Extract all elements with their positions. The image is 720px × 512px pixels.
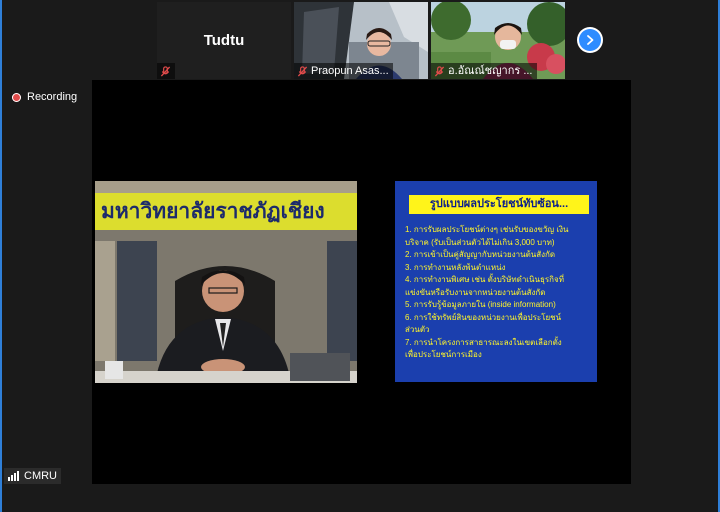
host-label[interactable]: CMRU (4, 468, 61, 484)
recording-label: Recording (27, 91, 78, 103)
banner-text: มหาวิทยาลัยราชภัฏเชียง (101, 200, 325, 223)
mic-muted-icon (160, 65, 171, 77)
mic-muted-icon (434, 65, 445, 77)
participant-tile-3[interactable]: อ.อัณณ์ชญากร ... (431, 2, 565, 79)
window-edge-left (0, 0, 2, 512)
participant-display-name: Tudtu (203, 32, 245, 49)
shared-screen: มหาวิทยาลัยราชภัฏเชียง รูปแบบผลประโยชน์ท… (92, 80, 631, 484)
presentation-slide: รูปแบบผลประโยชน์ทับซ้อน... 1. การรับผลปร… (395, 181, 597, 382)
participant-name: Praopun Asas... (311, 65, 389, 77)
slide-item: แข่งขันหรือรับงานจากหน่วยงานต้นสังกัด (405, 287, 546, 297)
participant-name-bar: อ.อัณณ์ชญากร ... (431, 63, 537, 79)
participant-name-bar: Praopun Asas... (294, 63, 393, 79)
host-name: CMRU (24, 470, 57, 482)
slide-item: บริจาค (รับเป็นส่วนตัวได้ไม่เกิน 3,000 บ… (405, 237, 555, 247)
next-page-button[interactable] (577, 27, 603, 53)
speaker-video: มหาวิทยาลัยราชภัฏเชียง (95, 181, 357, 383)
participant-name: อ.อัณณ์ชญากร ... (448, 65, 533, 77)
slide-item: 7. การนำโครงการสาธารณะลงในเขตเลือกตั้ง (405, 337, 562, 347)
slide-item: 4. การทำงานพิเศษ เช่น ตั้งบริษัทดำเนินธุ… (405, 275, 564, 284)
slide-item: เพื่อประโยชน์การเมือง (405, 350, 482, 359)
slide-title: รูปแบบผลประโยชน์ทับซ้อน... (409, 195, 589, 214)
signal-strength-icon (8, 471, 19, 481)
slide-item: 1. การรับผลประโยชน์ต่างๆ เช่นรับของขวัญ … (405, 225, 569, 234)
university-banner: มหาวิทยาลัยราชภัฏเชียง (95, 193, 357, 230)
recording-indicator[interactable]: Recording (12, 91, 77, 103)
participant-name-bar (157, 63, 175, 79)
slide-item: 2. การเข้าเป็นคู่สัญญากับหน่วยงานต้นสังก… (405, 250, 556, 259)
participant-tile-1[interactable]: Tudtu (157, 2, 291, 79)
slide-item: 3. การทำงานหลังพ้นตำแหน่ง (405, 262, 506, 272)
record-icon (12, 92, 21, 102)
slide-item: ส่วนตัว (405, 325, 430, 334)
mic-muted-icon (297, 65, 308, 77)
participant-tile-2[interactable]: Praopun Asas... (294, 2, 428, 79)
slide-item: 5. การรับรู้ข้อมูลภายใน (inside informat… (405, 300, 556, 309)
slide-item: 6. การใช้ทรัพย์สินของหน่วยงานเพื่อประโยช… (405, 312, 562, 322)
chevron-right-icon (587, 35, 594, 45)
